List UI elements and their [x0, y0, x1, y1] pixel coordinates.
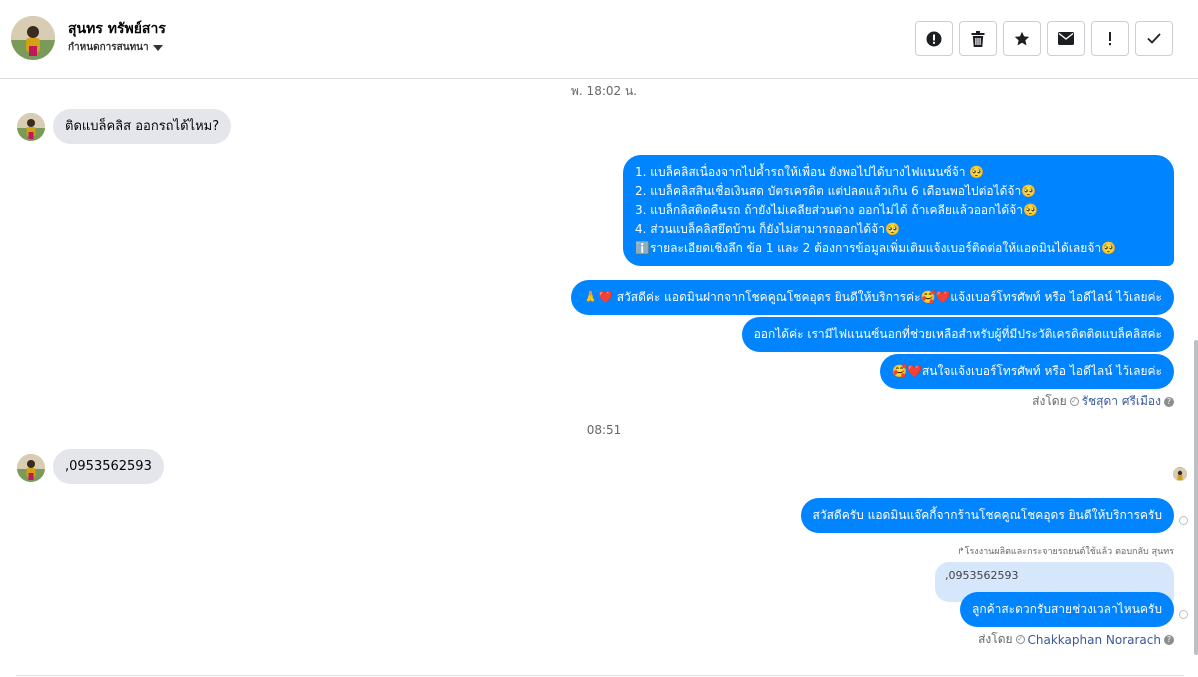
sender-avatar: [17, 113, 45, 141]
checkmark-icon: [1147, 33, 1161, 44]
sent-by-prefix: ส่งโดย: [1032, 394, 1067, 408]
outgoing-message[interactable]: 1. แบล็คลิสเนื่องจากไปค้ำรถให้เพื่อน ยัง…: [623, 155, 1174, 266]
exclamation-icon: [1109, 31, 1111, 45]
outgoing-message[interactable]: ออกได้ค่ะ เรามีไฟแนนซ์นอกที่ช่วยเหลือสำห…: [741, 317, 1174, 352]
contact-avatar[interactable]: [11, 16, 55, 60]
sender-avatar: [17, 454, 45, 482]
message-line: 3. แบล็กลิสติดคืนรถ ถ้ายังไม่เคลียส่วนต่…: [635, 203, 1038, 217]
message-line: 2. แบล็คลิสสินเชื่อเงินสด บัตรเครดิต แต่…: [635, 184, 1037, 198]
message-line: 4. ส่วนแบล็คลิสยึดบ้าน ก็ยังไม่สามารถออก…: [635, 222, 900, 236]
composer-divider: [16, 675, 1184, 676]
sent-by-prefix: ส่งโดย: [978, 632, 1013, 646]
scrollbar[interactable]: [1194, 340, 1198, 655]
alert-circle-icon: [926, 31, 942, 46]
star-button[interactable]: [1003, 21, 1041, 56]
sent-by-label: ส่งโดย ✓ Chakkaphan Norarach ?: [978, 630, 1174, 649]
outgoing-message[interactable]: สวัสดีครับ แอดมินแจ๊คกี้จากร้านโชคคูณโชค…: [800, 498, 1174, 533]
seen-avatar: [1173, 467, 1187, 481]
label-dropdown-text: กำหนดการสนทนา: [68, 42, 149, 53]
message-line: ℹ️รายละเอียดเชิงลึก ข้อ 1 และ 2 ต้องการข…: [635, 241, 1117, 255]
message-line: 1. แบล็คลิสเนื่องจากไปค้ำรถให้เพื่อน ยัง…: [635, 165, 985, 179]
outgoing-message[interactable]: 🙏❤️ สวัสดีค่ะ แอดมินฝากจากโชคคูณโชคอุดร …: [571, 280, 1174, 315]
envelope-icon: [1058, 32, 1074, 45]
trash-icon: [971, 30, 985, 47]
outgoing-reply-message[interactable]: ลูกค้าสะดวกรับสายช่วงเวลาไหนครับ: [959, 592, 1174, 627]
delete-button[interactable]: [959, 21, 997, 56]
delivered-icon: [1179, 516, 1188, 525]
mark-done-button[interactable]: [1135, 21, 1173, 56]
contact-name[interactable]: สุนทร ทรัพย์สาร: [68, 18, 166, 40]
conversation-header: สุนทร ทรัพย์สาร กำหนดการสนทนา: [0, 0, 1198, 79]
star-icon: [1014, 31, 1030, 45]
help-icon[interactable]: ?: [1164, 396, 1174, 407]
conversation-label-dropdown[interactable]: กำหนดการสนทนา: [68, 40, 163, 55]
reply-context-note: ↱โรงงานผลิตและกระจายรถยนต์ใช้แล้ว ตอบกลั…: [957, 547, 1174, 557]
spam-button[interactable]: [915, 21, 953, 56]
agent-name-link[interactable]: Chakkaphan Norarach: [1028, 633, 1161, 647]
chevron-down-icon: [152, 44, 163, 51]
conversation-toolbar: [915, 21, 1173, 56]
incoming-message[interactable]: ติดแบล็คลิส ออกรถได้ไหม?: [53, 109, 232, 144]
mark-unread-button[interactable]: [1047, 21, 1085, 56]
timestamp-divider: 08:51: [586, 423, 622, 437]
agent-check-icon: ✓: [1015, 635, 1025, 644]
help-icon[interactable]: ?: [1164, 634, 1174, 645]
incoming-message[interactable]: ,0953562593: [53, 449, 164, 484]
agent-check-icon: ✓: [1069, 397, 1079, 406]
agent-name-link[interactable]: รัชสุดา ศรีเมือง: [1082, 392, 1161, 411]
outgoing-message[interactable]: 🥰❤️สนใจแจ้งเบอร์โทรศัพท์ หรือ ไอดีไลน์ ไ…: [880, 354, 1174, 389]
timestamp-divider: พ. 18:02 น.: [571, 84, 637, 98]
sent-by-label: ส่งโดย ✓ รัชสุดา ศรีเมือง ?: [1032, 392, 1174, 411]
delivered-icon: [1179, 610, 1188, 619]
follow-up-button[interactable]: [1091, 21, 1129, 56]
